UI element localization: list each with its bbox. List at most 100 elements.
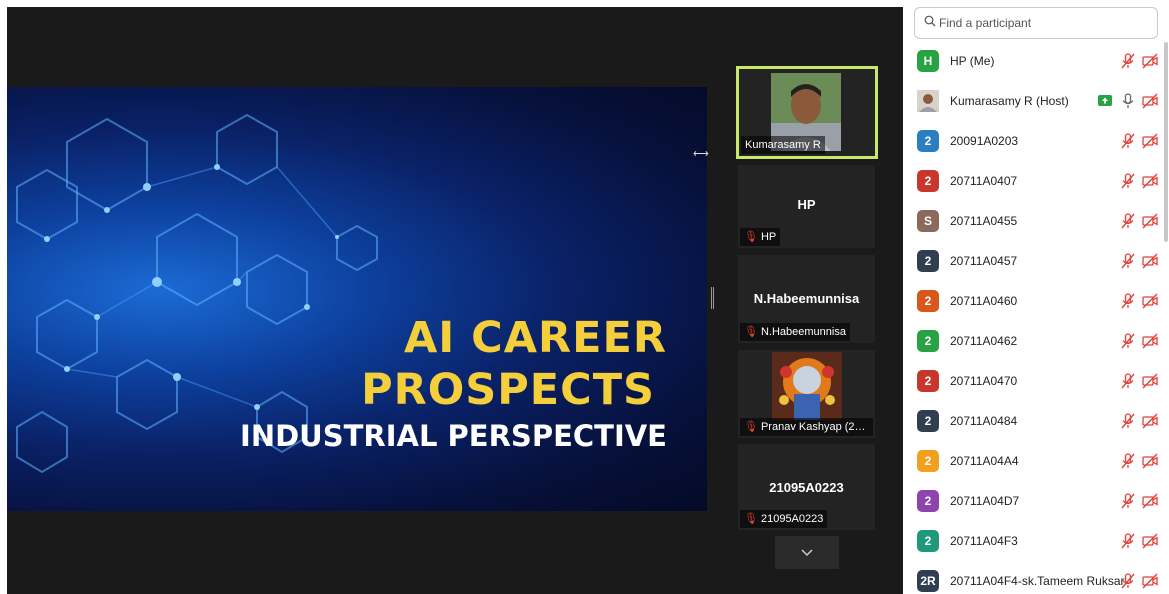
mic-muted-icon[interactable] xyxy=(1119,292,1137,310)
mic-muted-icon[interactable] xyxy=(1119,532,1137,550)
video-off-icon[interactable] xyxy=(1141,412,1159,430)
participant-avatar: 2R xyxy=(917,570,939,592)
search-input[interactable] xyxy=(939,12,1151,34)
participant-row[interactable]: 2 20711A0484 xyxy=(903,402,1161,442)
meeting-area: AI CAREER PROSPECTS INDUSTRIAL PERSPECTI… xyxy=(7,7,903,594)
mic-muted-icon[interactable] xyxy=(1119,492,1137,510)
slide-subtitle: INDUSTRIAL PERSPECTIVE xyxy=(240,419,667,453)
participant-name: Kumarasamy R (Host) xyxy=(950,94,1069,108)
zoom-meeting-window: AI CAREER PROSPECTS INDUSTRIAL PERSPECTI… xyxy=(0,0,1169,594)
participant-name: 20711A04A4 xyxy=(950,454,1019,468)
participant-row[interactable]: Kumarasamy R (Host) xyxy=(903,82,1161,122)
screen-share-icon xyxy=(1097,93,1115,111)
participant-avatar: 2 xyxy=(917,490,939,512)
participants-panel: HHP (Me)Kumarasamy R (Host)220091A020322… xyxy=(903,0,1169,594)
participant-row[interactable]: 2 20711A04F3 xyxy=(903,522,1161,562)
participant-row[interactable]: 2 20091A0203 xyxy=(903,122,1161,162)
participant-name: 20711A04D7 xyxy=(950,494,1020,508)
video-off-icon[interactable] xyxy=(1141,332,1159,350)
video-name-label: Pranav Kashyap (200... xyxy=(760,421,873,433)
participant-row[interactable]: 2 20711A0470 xyxy=(903,362,1161,402)
mic-muted-icon[interactable] xyxy=(1119,332,1137,350)
mic-muted-icon[interactable] xyxy=(1119,172,1137,190)
mic-muted-icon: 🎙 xyxy=(744,421,758,433)
participant-row[interactable]: 2 20711A04D7 xyxy=(903,482,1161,522)
video-name-tag: 🎙 HP xyxy=(740,228,781,246)
participant-row[interactable]: 2 20711A04A4 xyxy=(903,442,1161,482)
video-tile-hp[interactable]: HP 🎙 HP xyxy=(738,165,875,248)
mic-muted-icon: 🎙 xyxy=(744,513,758,525)
participant-row[interactable]: 2 20711A0457 xyxy=(903,242,1161,282)
participant-name: 20711A0462 xyxy=(950,334,1018,348)
video-off-icon[interactable] xyxy=(1141,492,1159,510)
participant-avatar: 2 xyxy=(917,370,939,392)
video-off-icon[interactable] xyxy=(1141,452,1159,470)
video-name-tag: 🎙 Pranav Kashyap (200... xyxy=(740,418,873,436)
participant-name: 20711A0457 xyxy=(950,254,1018,268)
video-off-icon[interactable] xyxy=(1141,372,1159,390)
participant-avatar: 2 xyxy=(917,170,939,192)
video-tile-pranav[interactable]: 🎙 Pranav Kashyap (200... xyxy=(738,350,875,438)
video-tile-habeemunnisa[interactable]: N.Habeemunnisa 🎙 N.Habeemunnisa xyxy=(738,255,875,343)
participant-name: 20711A0407 xyxy=(950,174,1018,188)
video-off-icon[interactable] xyxy=(1141,252,1159,270)
mic-muted-icon[interactable] xyxy=(1119,52,1137,70)
participant-name: 20711A0484 xyxy=(950,414,1018,428)
participant-avatar xyxy=(917,90,939,112)
participant-profile-picture xyxy=(772,352,842,420)
mic-muted-icon[interactable] xyxy=(1119,452,1137,470)
video-off-icon[interactable] xyxy=(1141,572,1159,590)
participant-name: 20091A0203 xyxy=(950,134,1019,148)
participant-avatar: 2 xyxy=(917,250,939,272)
shared-screen: AI CAREER PROSPECTS INDUSTRIAL PERSPECTI… xyxy=(7,87,707,511)
video-tile-host[interactable]: Kumarasamy R xyxy=(736,66,878,159)
mic-muted-icon[interactable] xyxy=(1119,412,1137,430)
video-strip-scroll-down-button[interactable] xyxy=(775,536,839,569)
participant-row[interactable]: 2 20711A0462 xyxy=(903,322,1161,362)
slide-title-line2: PROSPECTS xyxy=(361,365,655,415)
video-tile-21095a0223[interactable]: 21095A0223 🎙 21095A0223 xyxy=(738,444,875,530)
video-off-icon[interactable] xyxy=(1141,212,1159,230)
participant-search-box[interactable] xyxy=(914,7,1158,39)
participant-avatar: S xyxy=(917,210,939,232)
video-off-icon[interactable] xyxy=(1141,52,1159,70)
microphone-icon[interactable] xyxy=(1119,92,1137,110)
participant-row[interactable]: 2 20711A0407 xyxy=(903,162,1161,202)
participant-name: 20711A0455 xyxy=(950,214,1018,228)
mic-muted-icon: 🎙 xyxy=(744,231,758,243)
mic-muted-icon[interactable] xyxy=(1119,132,1137,150)
video-display-name: 21095A0223 xyxy=(769,480,844,495)
participant-name: 20711A0470 xyxy=(950,374,1018,388)
participant-avatar: 2 xyxy=(917,410,939,432)
participant-row[interactable]: S 20711A0455 xyxy=(903,202,1161,242)
chevron-down-icon xyxy=(801,549,813,557)
mic-muted-icon[interactable] xyxy=(1119,572,1137,590)
mic-muted-icon[interactable] xyxy=(1119,252,1137,270)
video-name-tag: 🎙 N.Habeemunnisa xyxy=(740,323,850,341)
participant-avatar: 2 xyxy=(917,450,939,472)
participant-avatar: 2 xyxy=(917,290,939,312)
participant-avatar: H xyxy=(917,50,939,72)
video-off-icon[interactable] xyxy=(1141,172,1159,190)
participant-row[interactable]: H HP (Me) xyxy=(903,42,1161,82)
video-name-tag: Kumarasamy R xyxy=(741,136,825,154)
split-divider-handle[interactable] xyxy=(711,287,714,309)
video-off-icon[interactable] xyxy=(1141,532,1159,550)
mic-muted-icon[interactable] xyxy=(1119,372,1137,390)
participant-list-scrollbar[interactable] xyxy=(1164,42,1168,242)
search-icon xyxy=(924,15,936,27)
slide-title-line1: AI CAREER xyxy=(403,313,667,363)
video-off-icon[interactable] xyxy=(1141,132,1159,150)
participant-avatar: 2 xyxy=(917,130,939,152)
resize-arrow-icon[interactable]: ⟷ xyxy=(693,147,709,160)
video-off-icon[interactable] xyxy=(1141,292,1159,310)
participant-row[interactable]: 2 20711A0460 xyxy=(903,282,1161,322)
mic-muted-icon[interactable] xyxy=(1119,212,1137,230)
video-display-name: HP xyxy=(797,197,816,212)
participant-name: 20711A04F3 xyxy=(950,534,1018,548)
video-display-name: N.Habeemunnisa xyxy=(753,291,860,306)
participant-name: HP (Me) xyxy=(950,54,995,68)
participant-row[interactable]: 2R 20711A04F4-sk.Tameem Ruksar xyxy=(903,562,1161,594)
mic-muted-icon: 🎙 xyxy=(744,326,758,338)
video-off-icon[interactable] xyxy=(1141,92,1159,110)
